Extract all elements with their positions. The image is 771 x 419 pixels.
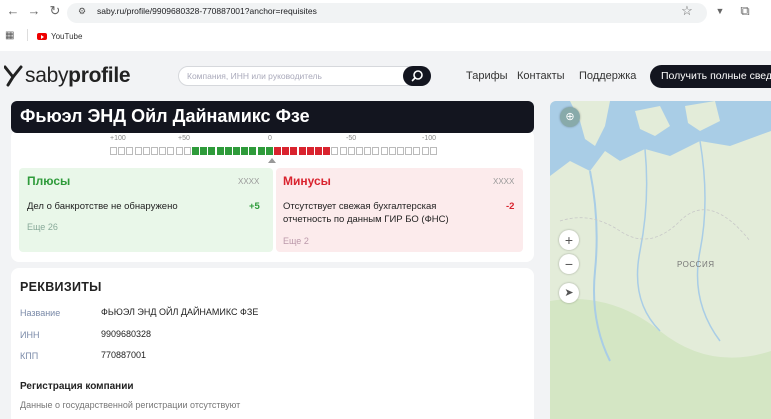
scale-cell <box>372 147 380 155</box>
scale-cell <box>331 147 339 155</box>
scale-ticks: +100 +50 0 -50 -100 <box>110 134 437 144</box>
pluses-badge: XXXX <box>238 177 260 186</box>
bookmarks-divider <box>27 29 28 41</box>
scale-cell <box>142 147 150 155</box>
downloads-menu-icon[interactable]: ▼ <box>713 4 727 18</box>
scale-pointer-icon <box>268 158 276 163</box>
registration-heading: Регистрация компании <box>20 381 134 392</box>
scale-cell <box>183 147 191 155</box>
map-terrain <box>550 101 771 419</box>
scale-cell <box>241 147 249 155</box>
scale-cell <box>380 147 388 155</box>
nav-tariffs[interactable]: Тарифы <box>466 70 508 82</box>
map-layers-icon[interactable]: ⊕ <box>560 107 580 127</box>
apps-grid-icon[interactable]: ▦ <box>5 30 14 41</box>
tick-label: +50 <box>178 135 190 142</box>
map-zoom-in-button[interactable]: + <box>559 230 579 250</box>
search-button[interactable] <box>403 66 431 86</box>
scale-cell <box>118 147 126 155</box>
tick-label: +100 <box>110 135 126 142</box>
plus-item[interactable]: Дел о банкротстве не обнаружено <box>27 200 178 213</box>
scale-cell <box>388 147 396 155</box>
scale-cell <box>364 147 372 155</box>
pluses-more-link[interactable]: Еще 26 <box>27 222 58 232</box>
requisite-label: ИНН <box>20 330 40 340</box>
rating-scale <box>110 147 437 156</box>
saby-profile-logo[interactable]: sabyprofile <box>25 64 131 88</box>
get-full-info-button[interactable]: Получить полные сведения <box>650 65 771 88</box>
scale-cell <box>339 147 347 155</box>
scale-cell <box>397 147 404 155</box>
extensions-icon[interactable]: ⧉ <box>738 4 752 18</box>
registration-text: Данные о государственной регистрации отс… <box>20 400 241 410</box>
scale-cell <box>233 147 240 155</box>
tick-label: -50 <box>346 135 357 142</box>
search-placeholder: Компания, ИНН или руководитель <box>187 71 322 81</box>
site-settings-icon[interactable]: ⚙ <box>78 6 86 17</box>
requisite-value-kpp[interactable]: 770887001 <box>101 350 146 360</box>
youtube-icon[interactable] <box>37 33 47 40</box>
requisite-label: Название <box>20 308 61 318</box>
url-text: saby.ru/profile/9909680328-770887001?anc… <box>97 6 317 16</box>
scale-cell <box>405 147 413 155</box>
scale-cell <box>323 147 331 155</box>
scale-cell <box>421 147 429 155</box>
scale-cell <box>257 147 265 155</box>
scale-cell <box>224 147 232 155</box>
pluses-heading: Плюсы <box>27 174 71 188</box>
scale-cell <box>208 147 216 155</box>
requisites-heading: РЕКВИЗИТЫ <box>20 280 102 294</box>
forward-icon[interactable]: → <box>27 4 41 18</box>
saby-logo-icon[interactable] <box>4 65 24 87</box>
tick-label: 0 <box>268 135 272 142</box>
scale-cell <box>216 147 224 155</box>
reload-icon[interactable]: ↻ <box>48 4 62 18</box>
scale-cell <box>413 147 421 155</box>
tick-label: -100 <box>422 135 437 142</box>
scale-cell <box>298 147 306 155</box>
scale-cell <box>200 147 208 155</box>
requisite-value-inn[interactable]: 9909680328 <box>101 329 151 339</box>
back-icon[interactable]: ← <box>6 4 20 18</box>
company-title: Фьюэл ЭНД Ойл Дайнамикс Фзе <box>20 106 310 126</box>
scale-cell <box>306 147 314 155</box>
map-zoom-out-button[interactable]: − <box>559 254 579 274</box>
requisite-label: КПП <box>20 351 39 361</box>
scale-cell <box>159 147 167 155</box>
scale-cell <box>429 147 437 155</box>
plus-points: +5 <box>249 201 260 212</box>
minuses-badge: XXXX <box>493 177 515 186</box>
map-label-russia: РОССИЯ <box>677 260 715 269</box>
nav-contacts[interactable]: Контакты <box>517 70 565 82</box>
scale-cell <box>347 147 355 155</box>
scale-cell <box>249 147 257 155</box>
nav-support[interactable]: Поддержка <box>579 70 636 82</box>
scale-cell <box>274 147 281 155</box>
search-icon <box>411 70 423 82</box>
scale-cell <box>282 147 290 155</box>
scale-cell <box>126 147 134 155</box>
scale-cell <box>175 147 183 155</box>
scale-cell <box>192 147 199 155</box>
map[interactable]: РОССИЯ <box>550 101 771 419</box>
minus-item-line1[interactable]: Отсутствует свежая бухгалтерская <box>283 200 436 213</box>
scale-cell <box>167 147 175 155</box>
scale-cell <box>356 147 363 155</box>
bookmark-youtube[interactable]: YouTube <box>51 32 82 41</box>
star-icon[interactable]: ☆ <box>680 4 694 18</box>
minus-item-line2[interactable]: отчетность по данным ГИР БО (ФНС) <box>283 213 449 226</box>
minus-points: -2 <box>506 201 515 212</box>
geolocation-icon[interactable]: ➤ <box>559 283 579 303</box>
requisite-value-name[interactable]: ФЬЮЭЛ ЭНД ОЙЛ ДАЙНАМИКС ФЗЕ <box>101 307 258 317</box>
scale-cell <box>290 147 298 155</box>
scale-cell <box>315 147 322 155</box>
scale-cell <box>151 147 158 155</box>
minuses-heading: Минусы <box>283 174 331 188</box>
scale-cell <box>134 147 142 155</box>
minuses-more-link[interactable]: Еще 2 <box>283 236 309 246</box>
scale-cell <box>265 147 273 155</box>
scale-cell <box>110 147 117 155</box>
